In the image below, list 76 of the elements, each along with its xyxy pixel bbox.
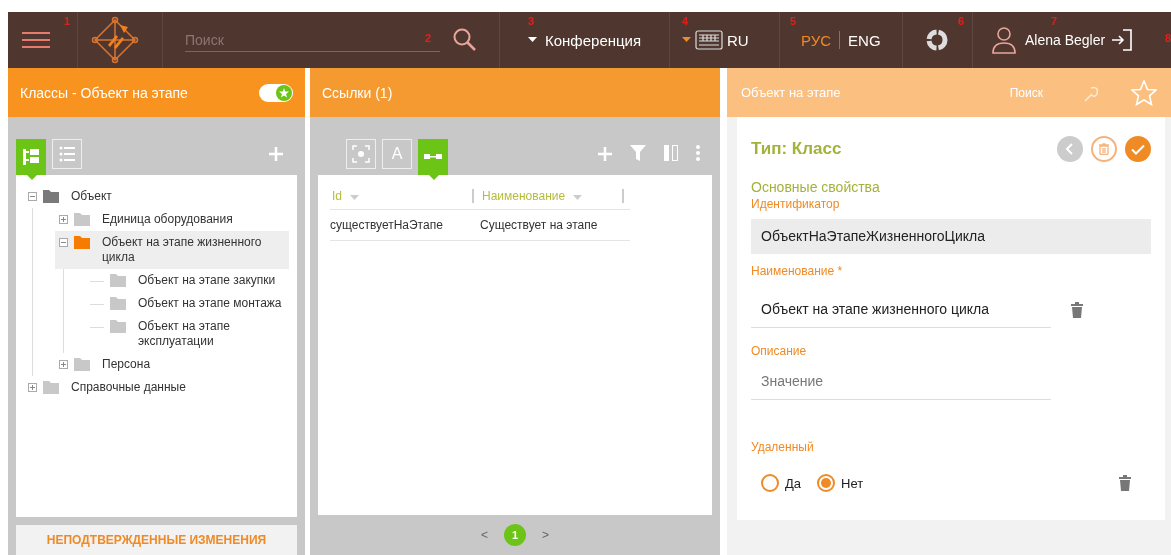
- callout-number: 8: [1164, 32, 1171, 44]
- panel-title: Ссылки (1): [322, 84, 393, 101]
- sync-icon[interactable]: [925, 28, 949, 52]
- field-label: Описание: [751, 344, 808, 358]
- sort-caret-icon: [573, 195, 583, 200]
- input-field[interactable]: Значение: [751, 364, 1051, 400]
- sort-caret-icon: [350, 195, 359, 200]
- link-icon: [424, 153, 442, 161]
- star-icon: [279, 87, 289, 98]
- columns-icon[interactable]: [664, 145, 678, 161]
- tree-view-icon: [22, 148, 40, 166]
- tree-item[interactable]: Объект на этапе эксплуатации: [86, 315, 289, 353]
- radio-label[interactable]: Да: [785, 475, 802, 491]
- section-title: Основные свойства: [751, 179, 881, 195]
- type-title: Тип: Класс: [751, 139, 843, 159]
- filter-icon[interactable]: [630, 145, 646, 161]
- input-field[interactable]: Объект на этапе жизненного цикла: [751, 292, 1051, 328]
- panel-title: Объект на этапе: [741, 85, 842, 100]
- focus-icon: [352, 145, 370, 163]
- check-icon: [1131, 143, 1145, 155]
- callout-number: 6: [958, 15, 965, 27]
- callout-number: 7: [1051, 15, 1058, 27]
- delete-button[interactable]: [1091, 136, 1117, 162]
- trash-icon: [1099, 143, 1109, 155]
- chevron-left-icon: [1066, 143, 1074, 155]
- user-name[interactable]: Alena Begler: [1025, 32, 1106, 48]
- expand-icon[interactable]: [59, 360, 68, 369]
- radio-label[interactable]: Нет: [841, 475, 864, 491]
- field-label: Наименование *: [751, 264, 844, 278]
- radio-button[interactable]: [761, 474, 779, 492]
- keyboard-layout-dropdown[interactable]: RU: [682, 29, 749, 51]
- search-icon[interactable]: [452, 27, 478, 53]
- tree-item[interactable]: Персона: [55, 353, 289, 376]
- language-option[interactable]: ENG: [843, 31, 886, 49]
- keyboard-icon: [695, 29, 723, 51]
- field-label: Удаленный: [751, 440, 815, 454]
- trash-icon[interactable]: [1071, 302, 1083, 318]
- next-page-button[interactable]: >: [542, 528, 549, 542]
- toggle-switch[interactable]: [259, 83, 293, 102]
- tree-item[interactable]: Объект на этапе закупки: [86, 269, 289, 292]
- callout-number: 3: [528, 15, 535, 27]
- user-icon: [991, 26, 1017, 54]
- radio-button[interactable]: [817, 474, 836, 492]
- collapse-icon[interactable]: [59, 238, 68, 247]
- plus-icon[interactable]: [269, 147, 283, 161]
- caret-icon: [528, 37, 537, 43]
- callout-number: 1: [64, 15, 71, 27]
- tree-item[interactable]: Объект на этапе монтажа: [86, 292, 289, 315]
- identifier-field[interactable]: ОбъектНаЭтапеЖизненногоЦикла: [751, 219, 1151, 254]
- callout-number: 5: [790, 15, 797, 27]
- tree-item[interactable]: Объект: [24, 185, 289, 208]
- table-cell: Существует на этапе: [480, 218, 598, 232]
- list-view-icon: [58, 145, 76, 163]
- menu-icon[interactable]: [20, 30, 52, 50]
- star-icon[interactable]: [1131, 79, 1157, 106]
- panel-title: Классы - Объект на этапе: [20, 84, 188, 101]
- table-cell: существуетНаЭтапе: [330, 218, 443, 232]
- collapse-icon[interactable]: [28, 192, 37, 201]
- trash-icon[interactable]: [1119, 475, 1131, 491]
- expand-icon[interactable]: [59, 215, 68, 224]
- more-icon[interactable]: [696, 145, 700, 161]
- confirm-button[interactable]: [1125, 136, 1151, 162]
- tree-item[interactable]: Справочные данные: [24, 376, 289, 399]
- field-label: Идентификатор: [751, 197, 841, 211]
- previous-page-button[interactable]: <: [481, 528, 488, 542]
- logo-icon: [90, 15, 140, 65]
- callout-number: 4: [682, 15, 689, 27]
- caret-icon: [682, 37, 691, 43]
- tree-item[interactable]: Единица оборудования: [55, 208, 289, 231]
- plus-icon[interactable]: [598, 147, 612, 161]
- tree-item[interactable]: Объект на этапе жизненного цикла: [55, 231, 289, 269]
- callout-number: 2: [425, 32, 432, 44]
- expand-icon[interactable]: [28, 383, 37, 392]
- language-option[interactable]: РУС: [796, 31, 837, 49]
- logout-icon[interactable]: [1111, 28, 1134, 52]
- conference-dropdown[interactable]: Конференция: [512, 31, 642, 49]
